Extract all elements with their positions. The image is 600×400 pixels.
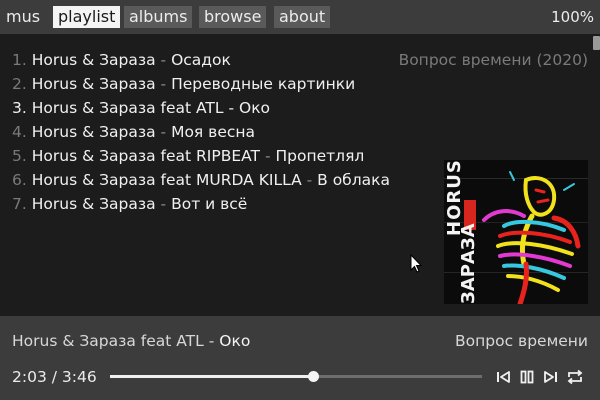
track-row[interactable]: 4. Horus & Зараза - Моя весна [12, 120, 390, 144]
album-cover[interactable]: HORUS ЗАРАЗА [444, 160, 588, 304]
track-number: 4. [12, 123, 27, 141]
time-separator: / [51, 368, 57, 386]
top-navigation-bar: mus playlist albums browse about 100% [0, 0, 600, 34]
track-separator: - [160, 195, 167, 213]
pause-icon [520, 370, 534, 384]
time-display: 2:03 / 3:46 [12, 366, 97, 388]
next-track-button[interactable] [542, 368, 560, 386]
now-playing-bar: Horus & Зараза feat ATL - Око Вопрос вре… [0, 316, 600, 400]
repeat-button[interactable] [566, 368, 584, 386]
seek-bar[interactable] [110, 371, 482, 382]
track-number: 5. [12, 147, 27, 165]
track-number: 7. [12, 195, 27, 213]
track-separator: - [160, 51, 167, 69]
track-separator: - [306, 171, 313, 189]
cover-title-text: ЗАРАЗА [458, 223, 479, 304]
seek-bar-handle[interactable] [307, 371, 319, 382]
music-player-app: mus playlist albums browse about 100% 1.… [0, 0, 600, 400]
tab-playlist[interactable]: playlist [53, 6, 121, 28]
previous-track-button[interactable] [494, 368, 512, 386]
track-number: 3. [12, 99, 27, 117]
app-brand[interactable]: mus [6, 8, 40, 26]
seek-bar-fill [110, 375, 313, 378]
track-separator: - [160, 123, 167, 141]
track-row[interactable]: 5. Horus & Зараза feat RIPBEAT - Пропетл… [12, 144, 390, 168]
track-artist: Horus & Зараза feat ATL [31, 99, 224, 117]
track-artist: Horus & Зараза [31, 123, 156, 141]
track-title: Переводные картинки [171, 75, 356, 93]
track-artist: Horus & Зараза [31, 51, 156, 69]
elapsed-time: 2:03 [12, 368, 47, 386]
track-number: 6. [12, 171, 27, 189]
now-playing-album[interactable]: Вопрос времени [455, 330, 588, 352]
track-number: 2. [12, 75, 27, 93]
pause-button[interactable] [518, 368, 536, 386]
now-playing-artist: Horus & Зараза feat ATL [12, 332, 204, 350]
track-title: Осадок [171, 51, 231, 69]
track-title: Моя весна [171, 123, 256, 141]
next-icon [544, 371, 557, 383]
repeat-icon [567, 369, 583, 385]
track-separator: - [264, 147, 271, 165]
volume-level[interactable]: 100% [551, 8, 594, 26]
mouse-pointer-icon [410, 254, 422, 273]
track-separator: - [160, 75, 167, 93]
track-row[interactable]: 7. Horus & Зараза - Вот и всё [12, 192, 390, 216]
track-list: 1. Horus & Зараза - Осадок 2. Horus & За… [12, 48, 390, 216]
track-row-current[interactable]: 3. Horus & Зараза feat ATL - Око [12, 96, 390, 120]
track-number: 1. [12, 51, 27, 69]
track-separator: - [228, 99, 235, 117]
track-duration: 3:46 [61, 368, 97, 386]
now-playing-track: Horus & Зараза feat ATL - Око [12, 330, 250, 352]
tab-albums[interactable]: albums [124, 6, 193, 28]
track-artist: Horus & Зараза [31, 195, 156, 213]
track-row[interactable]: 2. Horus & Зараза - Переводные картинки [12, 72, 390, 96]
prev-icon [497, 371, 510, 383]
track-title: Око [239, 99, 271, 117]
track-artist: Horus & Зараза feat MURDA KILLA [31, 171, 302, 189]
track-title: В облака [317, 171, 391, 189]
track-title: Вот и всё [171, 195, 248, 213]
tab-about[interactable]: about [274, 6, 331, 28]
track-artist: Horus & Зараза [31, 75, 156, 93]
track-artist: Horus & Зараза feat RIPBEAT [31, 147, 261, 165]
tab-browse[interactable]: browse [199, 6, 267, 28]
track-row[interactable]: 1. Horus & Зараза - Осадок [12, 48, 390, 72]
now-playing-separator: - [208, 332, 215, 350]
track-title: Пропетлял [275, 147, 365, 165]
now-playing-title: Око [219, 332, 251, 350]
playlist-album-title: Вопрос времени (2020) [398, 51, 588, 69]
track-row[interactable]: 6. Horus & Зараза feat MURDA KILLA - В о… [12, 168, 390, 192]
playlist-scrollbar[interactable] [593, 36, 600, 50]
